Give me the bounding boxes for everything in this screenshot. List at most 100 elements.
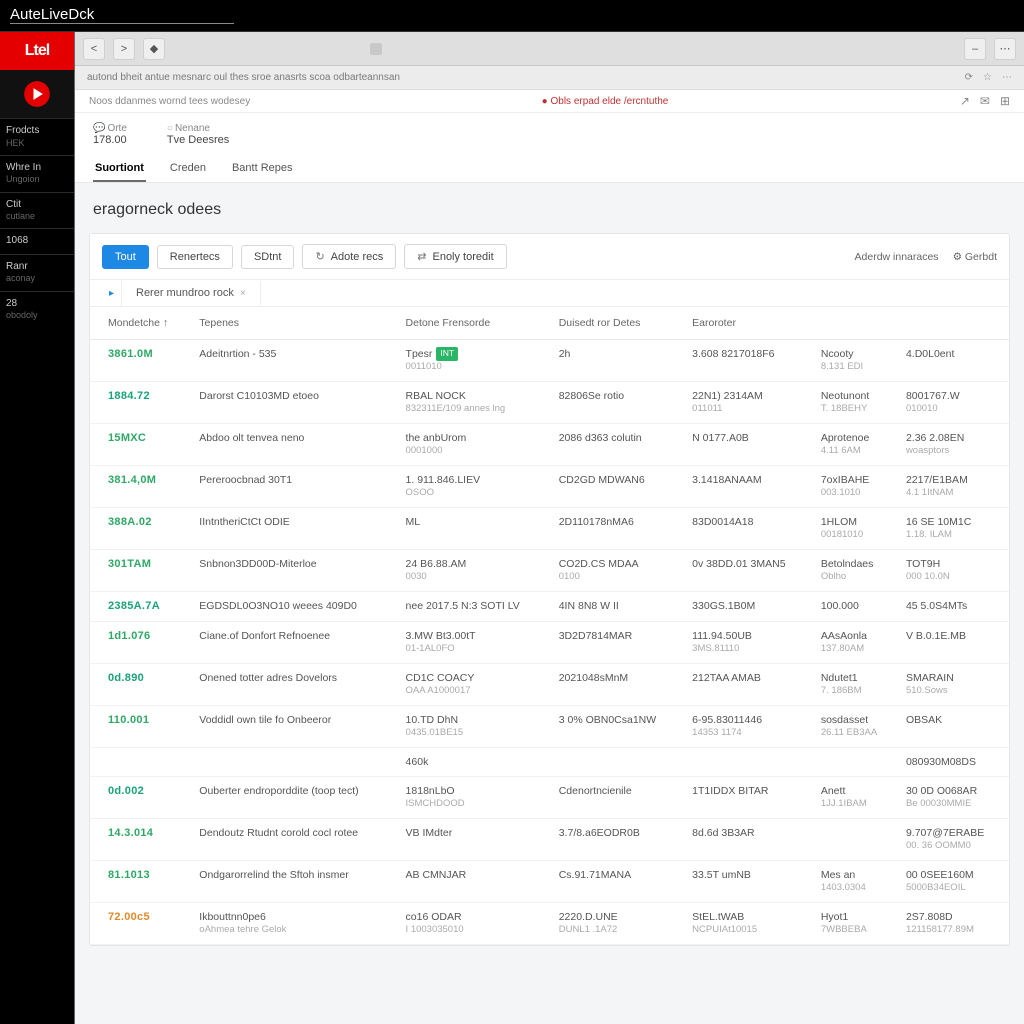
table-row[interactable]: 1884.72Darorst C10103MD etoeoRBAL NOCK83… [90, 381, 1009, 423]
link-advanced[interactable]: Aderdw innaraces [855, 251, 939, 263]
star-icon[interactable]: ☆ [983, 72, 992, 83]
sidebar-item-1[interactable]: Whre InUngoion [0, 155, 74, 192]
table-row[interactable]: 1d1.076Ciane.of Donfort Refnoenee3.MW Bt… [90, 621, 1009, 663]
minimize-icon[interactable]: – [964, 38, 986, 60]
row-id: 0d.890 [108, 672, 144, 684]
row-extra2: 2217/E1BAM4.1 1ItNAM [898, 465, 1009, 507]
table-row[interactable]: 14.3.014Dendoutz Rtudnt corold cocl rote… [90, 818, 1009, 860]
row-ear: 1T1IDDX BITAR [684, 776, 813, 818]
btn-refresh[interactable]: ↻Adote recs [302, 244, 396, 269]
row-name: Onened totter adres Dovelors [191, 663, 397, 705]
subheader: Noos ddanmes wornd tees wodesey ● Obls e… [75, 90, 1024, 113]
row-extra1 [813, 818, 898, 860]
row-extra2: OBSAK [898, 705, 1009, 747]
share-icon[interactable]: ↗ [960, 94, 970, 108]
link-settings[interactable]: ⚙ Gerbdt [953, 251, 997, 263]
close-icon[interactable]: × [240, 288, 246, 299]
row-id: 14.3.014 [108, 827, 153, 839]
row-extra1: 1HLOM00181010 [813, 507, 898, 549]
table-row[interactable]: 0d.002Ouberter endroporddite (toop tect)… [90, 776, 1009, 818]
brand-play-icon[interactable] [0, 70, 74, 118]
mail-icon[interactable]: ✉ [980, 94, 990, 108]
btn-export[interactable]: ⇄Enoly toredit [404, 244, 506, 269]
row-extra1: NeotunontT. 18BEHY [813, 381, 898, 423]
tab-0[interactable]: Suortiont [93, 156, 146, 182]
row-name: Ikbouttnn0pe6oAhmea tehre Gelok [191, 902, 397, 944]
table-row[interactable]: 381.4,0MPereroocbnad 30T11. 911.846.LIEV… [90, 465, 1009, 507]
col-4[interactable]: Earoroter [684, 307, 813, 340]
sidebar-item-0[interactable]: FrodctsHEK [0, 118, 74, 155]
table-row[interactable]: 2385A.7AEGDSDL0O3NO10 weees 409D0nee 201… [90, 591, 1009, 621]
back-button[interactable]: < [83, 38, 105, 60]
tab-1[interactable]: Creden [168, 156, 208, 182]
btn-sdtnt[interactable]: SDtnt [241, 245, 295, 269]
col-0[interactable]: Mondetche ↑ [90, 307, 191, 340]
sidebar-item-5[interactable]: 28obodoly [0, 291, 74, 328]
menu-icon[interactable] [370, 43, 382, 55]
warning-text: ● Obls erpad elde /ercntuthe [542, 96, 669, 107]
row-detail: 3.MW Bt3.00tT01-1AL0FO [398, 621, 551, 663]
col-2[interactable]: Detone Frensorde [398, 307, 551, 340]
row-extra1: Aprotenoe4.11 6AM [813, 423, 898, 465]
row-extra1: Anett1JJ.1IBAM [813, 776, 898, 818]
subtab-home-icon[interactable]: ▸ [102, 280, 122, 306]
reload-icon[interactable]: ⟳ [965, 72, 973, 83]
row-date: 2021048sMnM [551, 663, 684, 705]
row-extra1: 100.000 [813, 591, 898, 621]
row-detail: 10.TD DhN0435.01BE15 [398, 705, 551, 747]
stats-row: 💬Orte 178.00 ○Nenane Tve Deesres [75, 113, 1024, 152]
col-6[interactable] [898, 307, 1009, 340]
row-extra2: 2S7.808D121158177.89M [898, 902, 1009, 944]
row-extra1: 7oxIBAHE003.1010 [813, 465, 898, 507]
table-row[interactable]: 15MXCAbdoo olt tenvea nenothe anbUrom000… [90, 423, 1009, 465]
row-name: Snbnon3DD00D-Miterloe [191, 549, 397, 591]
row-extra1: Ncooty8.131 EDI [813, 340, 898, 382]
table-row[interactable]: 72.00c5Ikbouttnn0pe6oAhmea tehre Gelokco… [90, 902, 1009, 944]
table-row[interactable]: 301TAMSnbnon3DD00D-Miterloe24 B6.88.AM00… [90, 549, 1009, 591]
sidebar-item-2[interactable]: Ctitcutlane [0, 192, 74, 229]
table-row[interactable]: 0d.890Onened totter adres DovelorsCD1C C… [90, 663, 1009, 705]
row-detail: 460k [398, 747, 551, 776]
page-body: eragorneck odees Tout Renertecs SDtnt ↻A… [75, 183, 1024, 1024]
stat-0: 💬Orte 178.00 [93, 123, 127, 146]
row-ear: 8d.6d 3B3AR [684, 818, 813, 860]
col-3[interactable]: Duisedt ror Detes [551, 307, 684, 340]
ext-icon[interactable]: ⋯ [994, 38, 1016, 60]
row-date [551, 747, 684, 776]
table-row[interactable]: 3861.0MAdeitnrtion - 535TpesrINT00110102… [90, 340, 1009, 382]
row-id: 15MXC [108, 432, 146, 444]
app-title: AuteLiveDck [10, 6, 234, 24]
row-date: 2220.D.UNEDUNL1 .1A72 [551, 902, 684, 944]
row-date: 3 0% OBN0Csa1NW [551, 705, 684, 747]
col-1[interactable]: Tepenes [191, 307, 397, 340]
shield-icon[interactable]: ◆ [143, 38, 165, 60]
grid-icon[interactable]: ⊞ [1000, 94, 1010, 108]
table-row[interactable]: 81.1013Ondgarorrelind the Sftoh insmerAB… [90, 860, 1009, 902]
row-id: 1d1.076 [108, 630, 150, 642]
sidebar-item-3[interactable]: 1068 [0, 228, 74, 254]
row-date: 3.7/8.a6EODR0B [551, 818, 684, 860]
row-ear: 212TAA AMAB [684, 663, 813, 705]
row-extra2: 080930M08DS [898, 747, 1009, 776]
row-extra1: sosdasset26.11 EB3AA [813, 705, 898, 747]
primary-button[interactable]: Tout [102, 245, 149, 269]
more-icon[interactable]: ⋯ [1002, 72, 1012, 83]
row-detail: VB IMdter [398, 818, 551, 860]
brand-logo[interactable]: Ltel [0, 32, 74, 70]
table-row[interactable]: 388A.02IIntntheriCtCt ODIEML2D110178nMA6… [90, 507, 1009, 549]
tab-2[interactable]: Bantt Repes [230, 156, 295, 182]
row-id: 381.4,0M [108, 474, 156, 486]
subtab-0[interactable]: Rerer mundroo rock × [122, 281, 261, 305]
row-detail: 24 B6.88.AM0030 [398, 549, 551, 591]
row-date: 3D2D7814MAR [551, 621, 684, 663]
table-row[interactable]: 110.001Voddidl own tile fo Onbeeror10.TD… [90, 705, 1009, 747]
table-row[interactable]: 460k 080930M08DS [90, 747, 1009, 776]
btn-renertecs[interactable]: Renertecs [157, 245, 233, 269]
sidebar-item-4[interactable]: Ranraconay [0, 254, 74, 291]
action-bar: Tout Renertecs SDtnt ↻Adote recs ⇄Enoly … [90, 234, 1009, 280]
row-extra1: AAsAonla137.80AM [813, 621, 898, 663]
row-extra2: 16 SE 10M1C1.18. ILAM [898, 507, 1009, 549]
forward-button[interactable]: > [113, 38, 135, 60]
row-extra2: 2.36 2.08ENwoasptors [898, 423, 1009, 465]
col-5[interactable] [813, 307, 898, 340]
